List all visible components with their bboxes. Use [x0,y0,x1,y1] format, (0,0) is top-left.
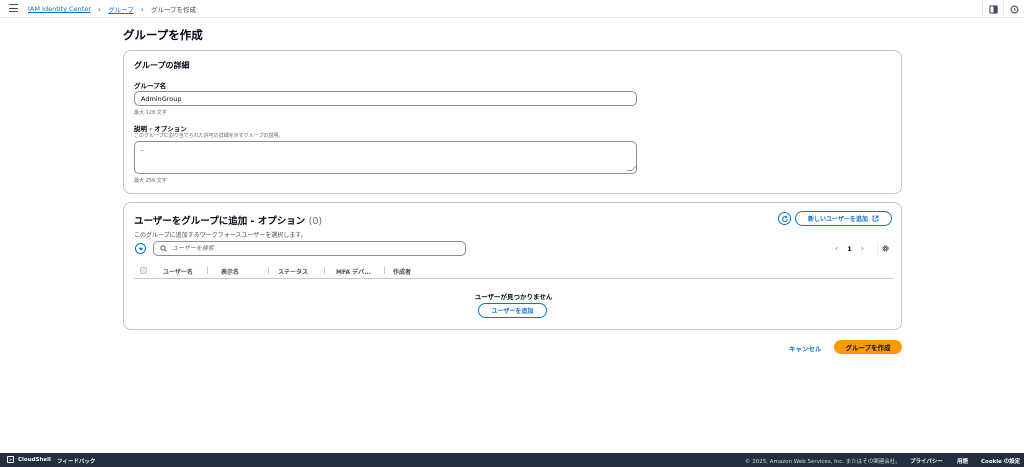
settings-gear-icon[interactable] [881,244,890,253]
user-count: (0) [308,216,323,227]
next-page-icon[interactable]: › [861,244,864,253]
add-user-button[interactable]: ユーザーを追加 [478,303,547,318]
top-navigation-bar: IAM Identity Center › グループ › グループを作成 [0,0,1024,18]
info-panel-icon[interactable] [983,0,1003,18]
terminal-icon: > [7,456,14,463]
empty-state-message: ユーザーが見つかりません [474,293,553,301]
resize-handle-icon[interactable] [626,166,637,171]
footer: > CloudShell フィードバック © 2025, Amazon Web … [0,453,1024,467]
caret-down-icon [138,247,143,251]
breadcrumb-current: グループを作成 [150,6,197,14]
group-details-heading: グループの詳細 [134,61,190,70]
pagination: ‹ 1 › [835,243,864,254]
breadcrumb: IAM Identity Center › グループ › グループを作成 [28,0,196,18]
add-users-description: このグループに追加するワークフォースユーザーを選択します。 [134,232,307,239]
hamburger-menu-icon[interactable] [9,4,18,13]
cloudshell-label: CloudShell [18,456,51,463]
column-status[interactable]: ステータス [278,267,308,276]
cloudshell-button[interactable]: > CloudShell [7,456,51,463]
column-username[interactable]: ユーザー名 [163,267,193,276]
notifications-icon[interactable] [1004,0,1024,18]
group-name-hint: 最大 128 文字 [134,110,167,116]
chevron-right-icon: › [97,4,102,14]
current-page-number[interactable]: 1 [847,245,852,253]
users-table-header: ユーザー名 表示名 ステータス MFA デバ... 作成者 [134,263,893,279]
breadcrumb-groups[interactable]: グループ [108,4,134,14]
feedback-link[interactable]: フィードバック [57,457,95,465]
add-users-heading-text: ユーザーをグループに追加 - オプション [134,216,306,227]
group-name-label: グループ名 [134,82,167,90]
chevron-right-icon: › [140,4,144,14]
add-users-panel: ユーザーをグループに追加 - オプション (0) このグループに追加するワークフ… [123,202,902,330]
create-group-button[interactable]: グループを作成 [834,340,902,354]
page-title: グループを作成 [123,28,203,42]
description-textarea[interactable]: - [134,141,637,174]
new-user-button[interactable]: 新しいユーザーを追加 [795,211,892,226]
user-search-input[interactable] [172,245,452,252]
refresh-button[interactable] [778,212,791,225]
group-details-panel: グループの詳細 グループ名 AdminGroup 最大 128 文字 説明 - … [123,50,902,194]
filter-toggle-button[interactable] [135,243,146,254]
column-mfa-devices[interactable]: MFA デバ... [336,267,371,276]
group-name-input[interactable]: AdminGroup [134,91,637,106]
add-users-heading: ユーザーをグループに追加 - オプション (0) [134,213,322,227]
column-created-by[interactable]: 作成者 [393,267,411,276]
search-icon [160,245,167,252]
previous-page-icon[interactable]: ‹ [835,244,838,253]
refresh-icon [781,214,788,222]
privacy-link[interactable]: プライバシー [910,457,943,465]
breadcrumb-iam-identity-center[interactable]: IAM Identity Center [28,5,91,13]
description-help: このグループに割り当てられた許可の詳細を示すグループの説明。 [134,133,284,139]
user-search-field[interactable] [153,241,466,256]
cookie-settings-link[interactable]: Cookie の設定 [981,457,1020,465]
external-link-icon [872,215,879,222]
column-display-name[interactable]: 表示名 [221,267,239,276]
new-user-button-label: 新しいユーザーを追加 [808,216,868,223]
description-value: - [141,146,144,154]
terms-link[interactable]: 用語 [957,457,968,465]
description-hint: 最大 256 文字 [134,178,167,184]
select-all-checkbox[interactable] [140,267,147,274]
copyright-text: © 2025, Amazon Web Services, Inc. またはその関… [745,459,901,465]
cancel-button[interactable]: キャンセル [789,343,822,353]
